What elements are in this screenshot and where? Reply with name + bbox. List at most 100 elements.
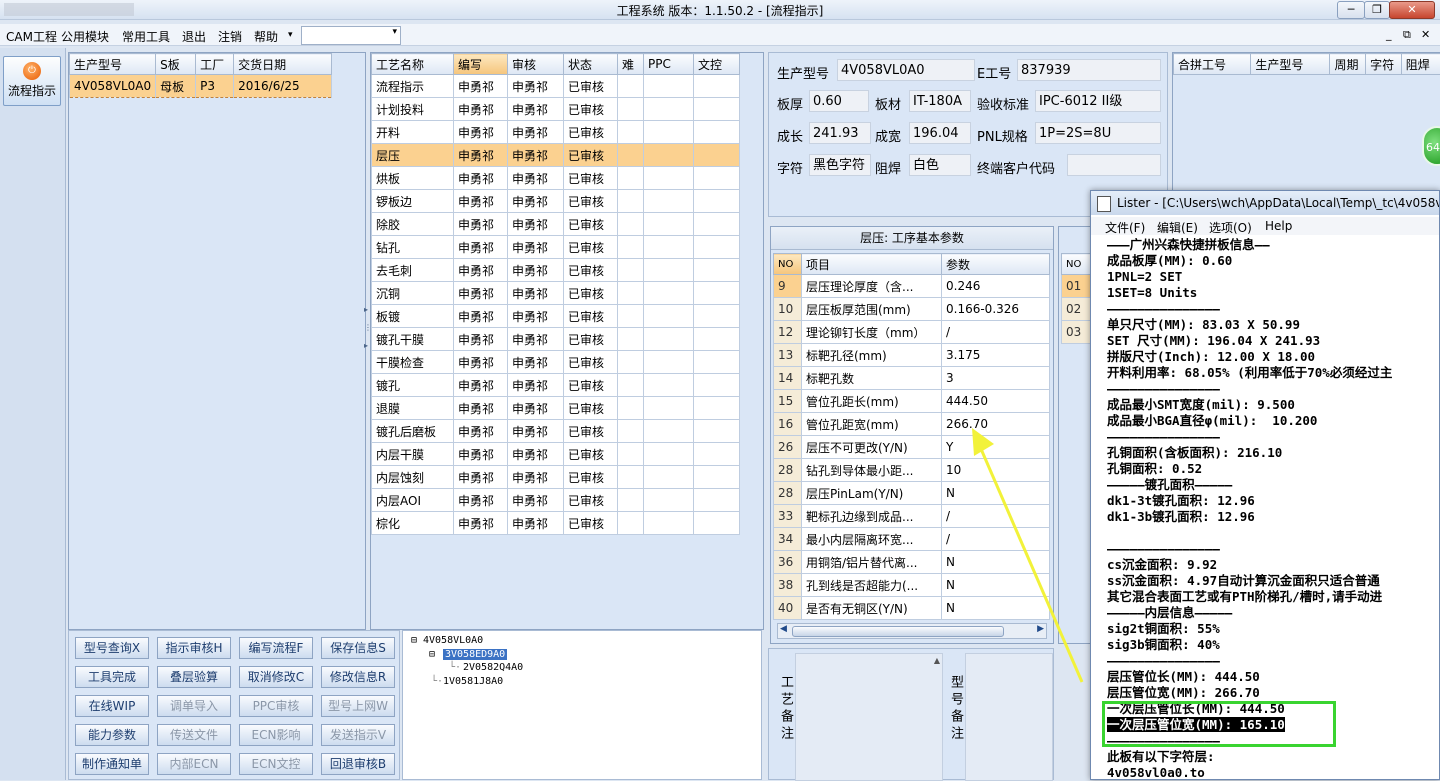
menu-combo-box[interactable]: ▾	[301, 26, 401, 45]
table-row[interactable]: 去毛刺 申勇祁 申勇祁 已审核	[371, 258, 740, 282]
menu-help[interactable]: 帮助	[254, 28, 278, 45]
table-row[interactable]: 烘板 申勇祁 申勇祁 已审核	[371, 166, 740, 190]
lister-text-content[interactable]: ———广州兴森快捷拼板信息—— 成品板厚(MM): 0.60 1PNL=2 SET 1…	[1107, 237, 1439, 781]
col-header-status[interactable]: 状态	[563, 53, 618, 75]
action-button[interactable]: 保存信息S	[321, 637, 395, 659]
col-header-char[interactable]: 字符	[1365, 53, 1402, 75]
minimize-button[interactable]: ─	[1337, 1, 1365, 19]
table-row[interactable]: 流程指示 申勇祁 申勇祁 已审核	[371, 74, 740, 98]
tree-collapse-icon[interactable]: ⊟	[429, 649, 435, 660]
field-thickness[interactable]: 0.60	[809, 90, 869, 112]
lister-menu-file[interactable]: 文件(F)	[1105, 219, 1145, 236]
tree-node[interactable]: 2V0582Q4A0	[463, 662, 523, 673]
splitter-handle[interactable]: ▸ ⋮ ▸	[364, 305, 372, 350]
table-row[interactable]: 板镀 申勇祁 申勇祁 已审核	[371, 304, 740, 328]
table-row[interactable]: 干膜检查 申勇祁 申勇祁 已审核	[371, 350, 740, 374]
action-button[interactable]: 回退审核B	[321, 753, 395, 775]
col-header-merge-model[interactable]: 生产型号	[1250, 53, 1331, 75]
lister-menu-edit[interactable]: 编辑(E)	[1157, 219, 1198, 236]
action-button[interactable]: ECN文控	[239, 753, 313, 775]
field-material[interactable]: IT-180A	[909, 90, 971, 112]
process-remark-textarea[interactable]: ▲	[795, 653, 943, 781]
tree-node[interactable]: 1V0581J8A0	[443, 676, 503, 687]
table-row[interactable]: 13 标靶孔径(mm) 3.175	[773, 343, 1050, 367]
table-row[interactable]: 4V058VL0A0 母板 P3 2016/6/25	[69, 74, 333, 98]
action-button[interactable]: 发送指示V	[321, 724, 395, 746]
table-row[interactable]: 镀孔后磨板 申勇祁 申勇祁 已审核	[371, 419, 740, 443]
scroll-left-icon[interactable]: ◀	[780, 624, 787, 634]
table-row[interactable]: 退膜 申勇祁 申勇祁 已审核	[371, 396, 740, 420]
menu-exit[interactable]: 退出	[182, 28, 206, 45]
col-header-value[interactable]: 参数	[941, 253, 1050, 275]
col-header-cycle[interactable]: 周期	[1329, 53, 1367, 75]
col-header-item[interactable]: 项目	[801, 253, 942, 275]
table-row[interactable]: 层压 申勇祁 申勇祁 已审核	[371, 143, 740, 167]
action-button[interactable]: PPC审核	[239, 695, 313, 717]
table-row[interactable]: 15 管位孔距长(mm) 444.50	[773, 389, 1050, 413]
table-row[interactable]: 棕化 申勇祁 申勇祁 已审核	[371, 511, 740, 535]
col-header-difficulty[interactable]: 难	[617, 53, 644, 75]
action-button[interactable]: 指示审核H	[157, 637, 231, 659]
mdi-close-icon[interactable]: ✕	[1421, 28, 1430, 41]
chevron-down-icon[interactable]: ▾	[288, 30, 293, 40]
mdi-minimize-icon[interactable]: _	[1386, 28, 1392, 41]
table-row[interactable]: 02	[1061, 297, 1092, 321]
menu-common-tools[interactable]: 常用工具	[122, 28, 170, 45]
flow-instruction-button[interactable]: ⏻ 流程指示	[3, 56, 61, 106]
action-button[interactable]: 工具完成	[75, 666, 149, 688]
field-length[interactable]: 241.93	[809, 122, 871, 144]
lister-menu-help[interactable]: Help	[1265, 219, 1292, 233]
col-header-mask[interactable]: 阻焊	[1400, 53, 1440, 75]
table-row[interactable]: 开料 申勇祁 申勇祁 已审核	[371, 120, 740, 144]
table-row[interactable]: 01	[1061, 274, 1092, 298]
col-header-doc-control[interactable]: 文控	[693, 53, 740, 75]
scroll-up-icon[interactable]: ▲	[934, 656, 940, 665]
action-button[interactable]: 型号上网W	[321, 695, 395, 717]
table-row[interactable]: 内层干膜 申勇祁 申勇祁 已审核	[371, 442, 740, 466]
action-button[interactable]: 传送文件	[157, 724, 231, 746]
field-character[interactable]: 黑色字符	[809, 154, 871, 176]
col-header-factory[interactable]: 工厂	[195, 53, 235, 75]
action-button[interactable]: 叠层验算	[157, 666, 231, 688]
action-button[interactable]: 能力参数	[75, 724, 149, 746]
close-button[interactable]: ✕	[1389, 1, 1435, 19]
action-button[interactable]: 修改信息R	[321, 666, 395, 688]
field-eno[interactable]: 837939	[1017, 59, 1161, 81]
field-solder-mask[interactable]: 白色	[909, 154, 971, 176]
restore-button[interactable]: ❐	[1364, 1, 1390, 19]
table-row[interactable]: 计划投料 申勇祁 申勇祁 已审核	[371, 97, 740, 121]
col-header-reviewer[interactable]: 审核	[507, 53, 564, 75]
table-row[interactable]: 03	[1061, 320, 1092, 344]
table-row[interactable]: 钻孔 申勇祁 申勇祁 已审核	[371, 235, 740, 259]
action-button[interactable]: 编写流程F	[239, 637, 313, 659]
table-row[interactable]: 锣板边 申勇祁 申勇祁 已审核	[371, 189, 740, 213]
table-row[interactable]: 除胶 申勇祁 申勇祁 已审核	[371, 212, 740, 236]
col-header-process[interactable]: 工艺名称	[371, 53, 454, 75]
menu-cam[interactable]: CAM工程	[6, 28, 57, 45]
menu-public-module[interactable]: 公用模块	[61, 28, 109, 45]
table-row[interactable]: 10 层压板厚范围(mm) 0.166-0.326	[773, 297, 1050, 321]
col-header-no[interactable]: NO	[773, 253, 802, 275]
table-row[interactable]: 沉铜 申勇祁 申勇祁 已审核	[371, 281, 740, 305]
floating-badge[interactable]: 64	[1422, 126, 1440, 166]
action-button[interactable]: 内部ECN	[157, 753, 231, 775]
lister-menu-options[interactable]: 选项(O)	[1209, 219, 1252, 236]
col-header-writer[interactable]: 编写	[453, 53, 508, 75]
action-button[interactable]: 取消修改C	[239, 666, 313, 688]
col-header-model[interactable]: 生产型号	[69, 53, 157, 75]
action-button[interactable]: ECN影响	[239, 724, 313, 746]
action-button[interactable]: 型号查询X	[75, 637, 149, 659]
col-header-ppc[interactable]: PPC	[643, 53, 694, 75]
field-standard[interactable]: IPC-6012 II级	[1035, 90, 1161, 112]
action-button[interactable]: 制作通知单	[75, 753, 149, 775]
col-header-s-board[interactable]: S板	[155, 53, 197, 75]
field-model[interactable]: 4V058VL0A0	[837, 59, 975, 81]
table-row[interactable]: 内层蚀刻 申勇祁 申勇祁 已审核	[371, 465, 740, 489]
tree-node[interactable]: 4V058VL0A0	[423, 635, 483, 646]
table-row[interactable]: 内层AOI 申勇祁 申勇祁 已审核	[371, 488, 740, 512]
action-button[interactable]: 调单导入	[157, 695, 231, 717]
table-row[interactable]: 12 理论铆钉长度（mm） /	[773, 320, 1050, 344]
table-row[interactable]: 镀孔干膜 申勇祁 申勇祁 已审核	[371, 327, 740, 351]
field-pnl[interactable]: 1P=2S=8U	[1035, 122, 1161, 144]
col-header-merge-eno[interactable]: 合拼工号	[1173, 53, 1252, 75]
